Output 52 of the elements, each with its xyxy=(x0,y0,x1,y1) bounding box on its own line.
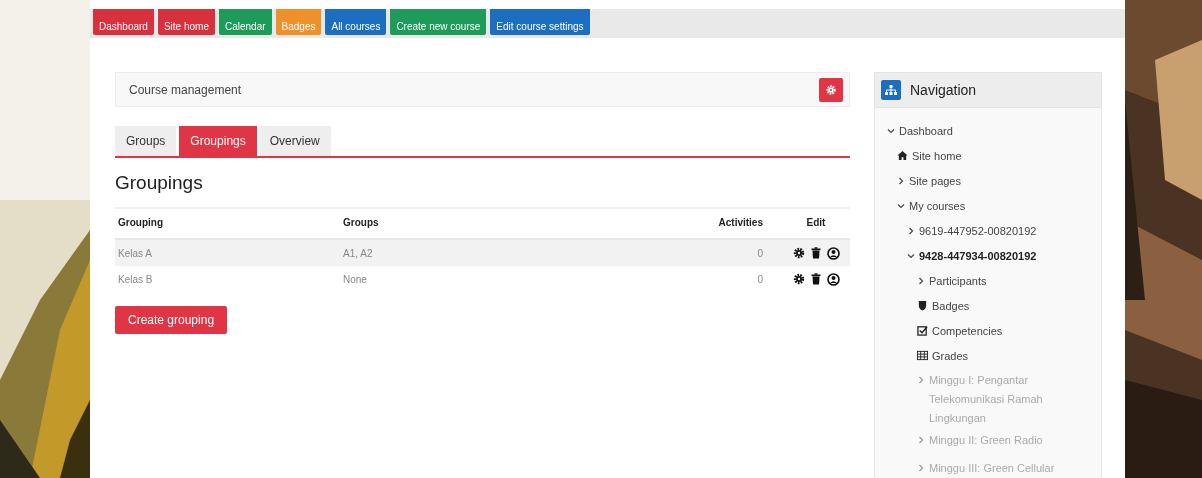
chevron-right-icon[interactable] xyxy=(907,226,915,235)
table-cell: A1, A2 xyxy=(343,247,373,259)
tab[interactable]: Overview xyxy=(258,126,331,156)
nav-link[interactable]: Participants xyxy=(929,274,987,287)
chevron-down-icon[interactable] xyxy=(897,201,905,210)
tab[interactable]: Groupings xyxy=(179,126,257,156)
nav-link[interactable]: Site home xyxy=(912,149,962,162)
checkbox-icon xyxy=(917,325,928,336)
chevron-down-icon[interactable] xyxy=(887,126,895,135)
user-icon[interactable] xyxy=(826,246,840,260)
table-cell: 0 xyxy=(757,273,763,285)
column-header: Edit xyxy=(806,217,826,228)
user-icon[interactable] xyxy=(826,272,840,286)
nav-button[interactable]: Dashboard xyxy=(93,9,154,35)
nav-button[interactable]: Calendar xyxy=(218,9,272,35)
nav-button[interactable]: Edit course settings xyxy=(490,9,590,35)
tab[interactable]: Groups xyxy=(115,126,177,156)
nav-link[interactable]: Badges xyxy=(932,299,970,312)
settings-icon[interactable] xyxy=(792,247,805,259)
nav-button[interactable]: Site home xyxy=(157,9,215,35)
nav-link[interactable]: Site pages xyxy=(909,174,961,187)
nav-link[interactable]: My courses xyxy=(909,199,966,212)
settings-icon[interactable] xyxy=(792,273,805,285)
trash-icon[interactable] xyxy=(810,247,821,259)
page-heading: Groupings xyxy=(115,172,204,194)
nav-button[interactable]: Create new course xyxy=(390,9,487,35)
nav-link[interactable]: Grades xyxy=(932,349,969,362)
nav-link[interactable]: 9619-447952-00820192 xyxy=(919,224,1037,237)
nav-link[interactable]: Dashboard xyxy=(899,124,953,137)
table-cell: Kelas B xyxy=(118,273,153,285)
shield-icon xyxy=(917,300,928,311)
chevron-right-icon[interactable] xyxy=(897,176,905,185)
sitemap-icon xyxy=(881,80,901,100)
column-header: Groups xyxy=(343,217,379,228)
create-grouping-button[interactable]: Create grouping xyxy=(115,306,228,334)
column-header: Activities xyxy=(718,217,763,228)
home-icon xyxy=(897,150,908,161)
chevron-down-icon[interactable] xyxy=(907,251,915,260)
table-cell: None xyxy=(343,273,367,285)
gear-icon xyxy=(825,83,837,96)
block-title: Navigation xyxy=(910,82,977,98)
settings-button[interactable] xyxy=(819,77,843,102)
nav-link[interactable]: 9428-447934-00820192 xyxy=(919,249,1037,262)
nav-link[interactable]: Competencies xyxy=(932,324,1003,337)
trash-icon[interactable] xyxy=(810,273,821,285)
column-header: Grouping xyxy=(118,217,163,228)
nav-button[interactable]: All courses xyxy=(325,9,387,35)
header-title: Course management xyxy=(129,82,242,97)
table-cell: 0 xyxy=(757,247,763,259)
chevron-right-icon[interactable] xyxy=(917,276,925,285)
table-icon xyxy=(917,350,928,361)
table-cell: Kelas A xyxy=(118,247,152,259)
